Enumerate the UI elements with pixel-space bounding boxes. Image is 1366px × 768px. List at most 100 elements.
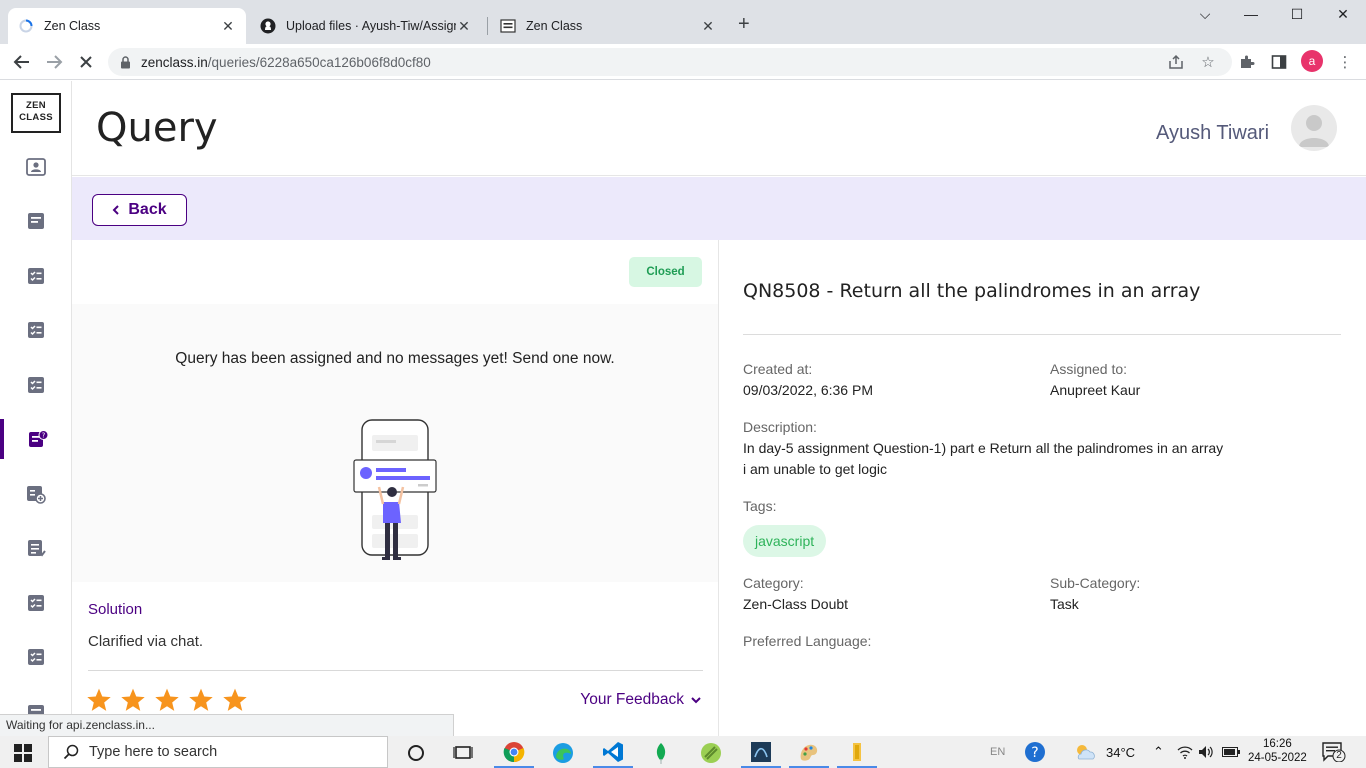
lock-icon	[120, 55, 131, 69]
tab-zen-class[interactable]: Zen Class ✕	[8, 8, 246, 44]
bookmark-star-icon[interactable]: ☆	[1198, 52, 1218, 72]
sidebar-item-tasks[interactable]	[0, 256, 72, 296]
taskbar-search-placeholder: Type here to search	[89, 744, 218, 760]
back-arrow-icon[interactable]	[10, 50, 34, 74]
tab-zen-class-2[interactable]: Zen Class ✕	[490, 8, 726, 44]
your-feedback-toggle[interactable]: Your Feedback	[580, 691, 702, 709]
share-icon[interactable]	[1166, 52, 1186, 72]
tab-github-upload[interactable]: Upload files · Ayush-Tiw/Assignm ✕	[250, 8, 482, 44]
zen-class-logo[interactable]: ZEN CLASS	[11, 93, 61, 133]
solution-label: Solution	[88, 601, 143, 618]
clock-time: 16:26	[1263, 738, 1292, 750]
user-name[interactable]: Ayush Tiwari	[1156, 122, 1269, 145]
tab-title: Upload files · Ayush-Tiw/Assignm	[286, 19, 456, 33]
forward-arrow-icon[interactable]	[42, 50, 66, 74]
taskbar-clock[interactable]: 16:26 24-05-2022	[1248, 737, 1307, 765]
temperature[interactable]: 34°C	[1106, 736, 1135, 768]
notification-count: 2	[1336, 750, 1342, 761]
sidebar-item-certificate[interactable]	[0, 692, 72, 716]
wifi-icon[interactable]	[1177, 736, 1193, 768]
capstone-icon	[28, 377, 44, 393]
sql-client-icon[interactable]	[741, 738, 781, 768]
sidebar-item-requirements[interactable]	[0, 474, 72, 514]
cortana-icon[interactable]	[396, 738, 436, 768]
url-host: zenclass.in	[141, 54, 208, 70]
created-label: Created at:	[743, 361, 813, 377]
input-language[interactable]: EN	[990, 736, 1005, 768]
clock-date: 24-05-2022	[1248, 752, 1307, 764]
vscode-icon[interactable]	[593, 738, 633, 768]
sidebar-item-capstone[interactable]	[0, 365, 72, 405]
assigned-value: Anupreet Kaur	[1050, 382, 1141, 398]
file-explorer-icon[interactable]	[837, 738, 877, 768]
status-badge: Closed	[629, 257, 702, 287]
minimize-button[interactable]: —	[1228, 6, 1274, 22]
app-sidebar: ZEN CLASS ?	[0, 81, 72, 736]
wallpaper-app-icon[interactable]	[691, 738, 731, 768]
user-avatar[interactable]	[1291, 105, 1337, 151]
help-icon[interactable]: ?	[1023, 736, 1047, 768]
task-view-icon[interactable]	[443, 738, 483, 768]
user-avatar-icon	[1299, 115, 1329, 147]
new-tab-button[interactable]: +	[738, 14, 750, 34]
taskbar-search-input[interactable]: Type here to search	[48, 736, 388, 768]
url-path: /queries/6228a650ca126b06f8d0cf80	[207, 54, 431, 70]
star-rating[interactable]	[86, 687, 248, 713]
paint-icon[interactable]	[789, 738, 829, 768]
notification-center-icon[interactable]: 2	[1322, 742, 1346, 767]
star-icon[interactable]	[154, 687, 180, 713]
tab-close-icon[interactable]: ✕	[456, 18, 472, 35]
browser-status-bubble: Waiting for api.zenclass.in...	[0, 714, 454, 736]
category-label: Category:	[743, 575, 804, 591]
edge-icon[interactable]	[543, 738, 583, 768]
weather-icon[interactable]	[1073, 736, 1097, 768]
sidebar-item-dashboard[interactable]	[0, 147, 72, 187]
sidebar-item-webcode[interactable]	[0, 310, 72, 350]
subcategory-value: Task	[1050, 596, 1079, 612]
description-line-2: i am unable to get logic	[743, 461, 887, 477]
sidebar-item-queries[interactable]: ?	[0, 419, 72, 459]
tab-title: Zen Class	[44, 19, 101, 33]
star-icon[interactable]	[188, 687, 214, 713]
description-line-1: In day-5 assignment Question-1) part e R…	[743, 440, 1224, 456]
sidebar-item-class[interactable]	[0, 201, 72, 241]
tasks-icon	[28, 268, 44, 284]
windows-start-icon[interactable]	[14, 744, 32, 767]
queries-icon: ?	[29, 430, 49, 447]
volume-icon[interactable]	[1198, 736, 1214, 768]
star-icon[interactable]	[120, 687, 146, 713]
loading-spinner-icon	[18, 18, 34, 34]
tab-close-icon[interactable]: ✕	[700, 18, 716, 35]
windows-taskbar: Type here to search EN ? 34°C ⌃ 16:26 24…	[0, 736, 1366, 768]
browser-tab-bar: Zen Class ✕ Upload files · Ayush-Tiw/Ass…	[0, 0, 1366, 44]
sidebar-item-portfolio[interactable]	[0, 528, 72, 568]
search-icon	[63, 744, 79, 760]
extensions-puzzle-icon[interactable]	[1237, 52, 1257, 72]
maximize-button[interactable]: ☐	[1274, 6, 1320, 23]
stop-loading-icon[interactable]	[74, 50, 98, 74]
star-icon[interactable]	[86, 687, 112, 713]
tag-chip: javascript	[743, 525, 827, 557]
tray-expand-chevron-icon[interactable]: ⌃	[1153, 736, 1164, 768]
chat-panel: Closed Query has been assigned and no me…	[72, 240, 719, 736]
interview-icon	[28, 649, 44, 665]
address-bar[interactable]: zenclass.in/queries/6228a650ca126b06f8d0…	[108, 48, 1232, 76]
browser-menu-icon[interactable]: ⋮	[1335, 52, 1355, 72]
star-icon[interactable]	[222, 687, 248, 713]
mongodb-icon[interactable]	[641, 738, 681, 768]
profile-avatar[interactable]: a	[1301, 50, 1323, 72]
tab-close-icon[interactable]: ✕	[220, 18, 236, 35]
chrome-icon[interactable]	[494, 738, 534, 768]
back-button[interactable]: Back	[92, 194, 187, 226]
category-value: Zen-Class Doubt	[743, 596, 849, 612]
sidebar-item-applications[interactable]	[0, 583, 72, 623]
close-window-button[interactable]: ✕	[1320, 6, 1366, 23]
side-panel-icon[interactable]	[1269, 52, 1289, 72]
battery-icon[interactable]	[1222, 736, 1240, 768]
tab-search-chevron-icon[interactable]: ⌵	[1182, 6, 1228, 23]
logo-text-line1: ZEN	[26, 100, 46, 111]
preferred-language-label: Preferred Language:	[743, 633, 872, 649]
sidebar-item-interview[interactable]	[0, 637, 72, 677]
empty-chat-message: Query has been assigned and no messages …	[175, 350, 615, 367]
browser-toolbar: zenclass.in/queries/6228a650ca126b06f8d0…	[0, 44, 1366, 80]
